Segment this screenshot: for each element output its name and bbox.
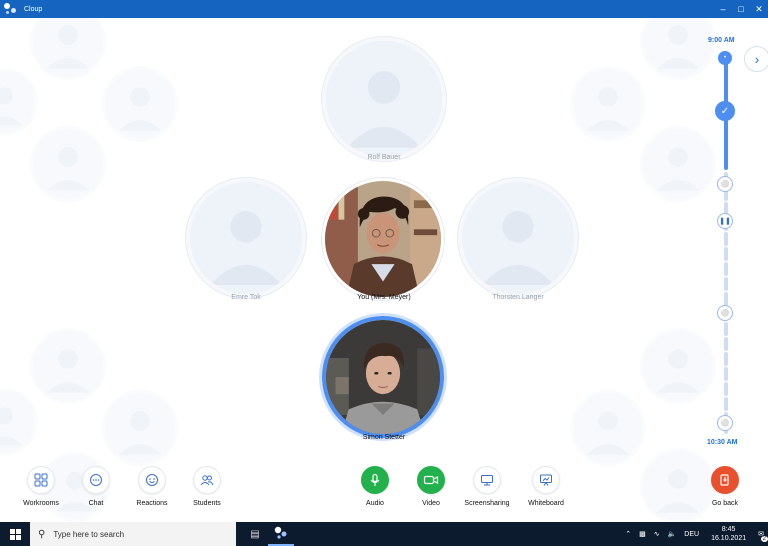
close-icon[interactable]: ✕ bbox=[750, 0, 768, 18]
chat-button[interactable]: Chat bbox=[65, 466, 127, 507]
timeline-start-time: 9:00 AM bbox=[708, 37, 735, 44]
timeline-start-marker-icon[interactable]: • bbox=[718, 51, 732, 65]
whiteboard-label: Whiteboard bbox=[528, 500, 564, 507]
participant-name-speaker: Simon Stetter bbox=[362, 434, 406, 441]
go-back-label: Go back bbox=[711, 500, 739, 507]
maximize-icon[interactable]: □ bbox=[732, 0, 750, 18]
background-avatar bbox=[570, 66, 646, 142]
participant-avatar-rolf[interactable] bbox=[322, 37, 446, 161]
chevron-up-icon[interactable]: ⌃ bbox=[621, 530, 635, 538]
app-window: Cloup – □ ✕ Rolf Bauer Emre Tok You (Mrs… bbox=[0, 0, 768, 546]
background-avatar bbox=[640, 328, 716, 404]
background-avatar bbox=[30, 126, 106, 202]
monitor-icon bbox=[473, 466, 501, 494]
search-icon: ⚲ bbox=[38, 528, 46, 540]
self-video-feed[interactable] bbox=[322, 178, 444, 300]
os-taskbar: ⚲ Type here to search ▤ ⌃ ▩ ∿ 🔈 DEU 8:45… bbox=[0, 522, 768, 546]
video-button[interactable]: Video bbox=[400, 466, 462, 507]
network-icon[interactable]: ▩ bbox=[635, 530, 650, 538]
timeline-person-icon[interactable]: ⚪ bbox=[717, 415, 733, 431]
notification-icon[interactable]: ✉ 2 bbox=[754, 530, 768, 542]
notification-count: 2 bbox=[760, 536, 768, 542]
participant-name-self: You (Mrs. Meyer) bbox=[357, 294, 411, 301]
language-indicator[interactable]: DEU bbox=[680, 531, 703, 538]
chevron-right-icon[interactable]: › bbox=[744, 46, 768, 72]
window-title: Cloup bbox=[24, 5, 43, 13]
background-avatar bbox=[102, 390, 178, 466]
app-logo-icon bbox=[4, 2, 18, 16]
taskbar-search-input[interactable]: ⚲ Type here to search bbox=[30, 522, 236, 546]
background-avatar bbox=[30, 328, 106, 404]
exit-door-icon bbox=[711, 466, 739, 494]
timeline-check-icon[interactable]: ✓ bbox=[715, 101, 735, 121]
cloup-taskbar-icon[interactable] bbox=[268, 522, 294, 546]
workrooms-label: Workrooms bbox=[23, 500, 59, 507]
classroom-stage: Rolf Bauer Emre Tok You (Mrs. Meyer) Tho… bbox=[0, 18, 768, 522]
people-icon bbox=[193, 466, 221, 494]
go-back-button[interactable]: Go back bbox=[694, 466, 756, 507]
background-avatar bbox=[570, 390, 646, 466]
screensharing-label: Screensharing bbox=[464, 500, 510, 507]
background-avatar bbox=[640, 126, 716, 202]
windows-start-icon[interactable] bbox=[0, 522, 30, 546]
whiteboard-icon bbox=[532, 466, 560, 494]
timeline-person-icon[interactable]: ⚪ bbox=[717, 176, 733, 192]
whiteboard-button[interactable]: Whiteboard bbox=[515, 466, 577, 507]
grid-icon bbox=[27, 466, 55, 494]
title-bar: Cloup – □ ✕ bbox=[0, 0, 768, 18]
chat-label: Chat bbox=[88, 500, 104, 507]
background-avatar bbox=[0, 388, 38, 456]
audio-label: Audio bbox=[366, 500, 384, 507]
reactions-button[interactable]: Reactions bbox=[121, 466, 183, 507]
microphone-icon bbox=[361, 466, 389, 494]
background-avatar bbox=[30, 18, 106, 80]
system-clock[interactable]: 8:45 16.10.2021 bbox=[703, 525, 754, 543]
video-label: Video bbox=[422, 500, 440, 507]
participant-name-emre: Emre Tok bbox=[231, 294, 261, 301]
background-avatar bbox=[640, 18, 716, 80]
clock-time: 8:45 bbox=[721, 526, 736, 533]
audio-button[interactable]: Audio bbox=[344, 466, 406, 507]
screensharing-button[interactable]: Screensharing bbox=[456, 466, 518, 507]
timeline-person-icon[interactable]: ⚪ bbox=[717, 305, 733, 321]
minimize-icon[interactable]: – bbox=[714, 0, 732, 18]
participant-avatar-emre[interactable] bbox=[186, 178, 306, 298]
reactions-label: Reactions bbox=[136, 500, 168, 507]
participant-name-rolf: Rolf Bauer bbox=[367, 154, 401, 161]
students-button[interactable]: Students bbox=[176, 466, 238, 507]
taskbar-search-placeholder: Type here to search bbox=[53, 529, 125, 539]
smiley-icon bbox=[138, 466, 166, 494]
timeline-end-time: 10:30 AM bbox=[707, 439, 738, 446]
students-label: Students bbox=[193, 500, 221, 507]
participant-name-thorsten: Thorsten Langer bbox=[492, 294, 544, 301]
clock-date: 16.10.2021 bbox=[711, 535, 747, 542]
system-tray: ⌃ ▩ ∿ 🔈 DEU 8:45 16.10.2021 ✉ 2 bbox=[621, 522, 768, 546]
background-avatar bbox=[0, 68, 38, 136]
wifi-icon[interactable]: ∿ bbox=[650, 530, 664, 538]
volume-icon[interactable]: 🔈 bbox=[664, 530, 681, 538]
speaker-video-feed[interactable] bbox=[322, 316, 444, 438]
timeline-pause-icon[interactable]: ❚❚ bbox=[717, 213, 733, 229]
participant-avatar-thorsten[interactable] bbox=[458, 178, 578, 298]
background-avatar bbox=[102, 66, 178, 142]
chat-bubble-icon bbox=[82, 466, 110, 494]
task-view-icon[interactable]: ▤ bbox=[242, 522, 268, 546]
workrooms-button[interactable]: Workrooms bbox=[10, 466, 72, 507]
camera-icon bbox=[417, 466, 445, 494]
